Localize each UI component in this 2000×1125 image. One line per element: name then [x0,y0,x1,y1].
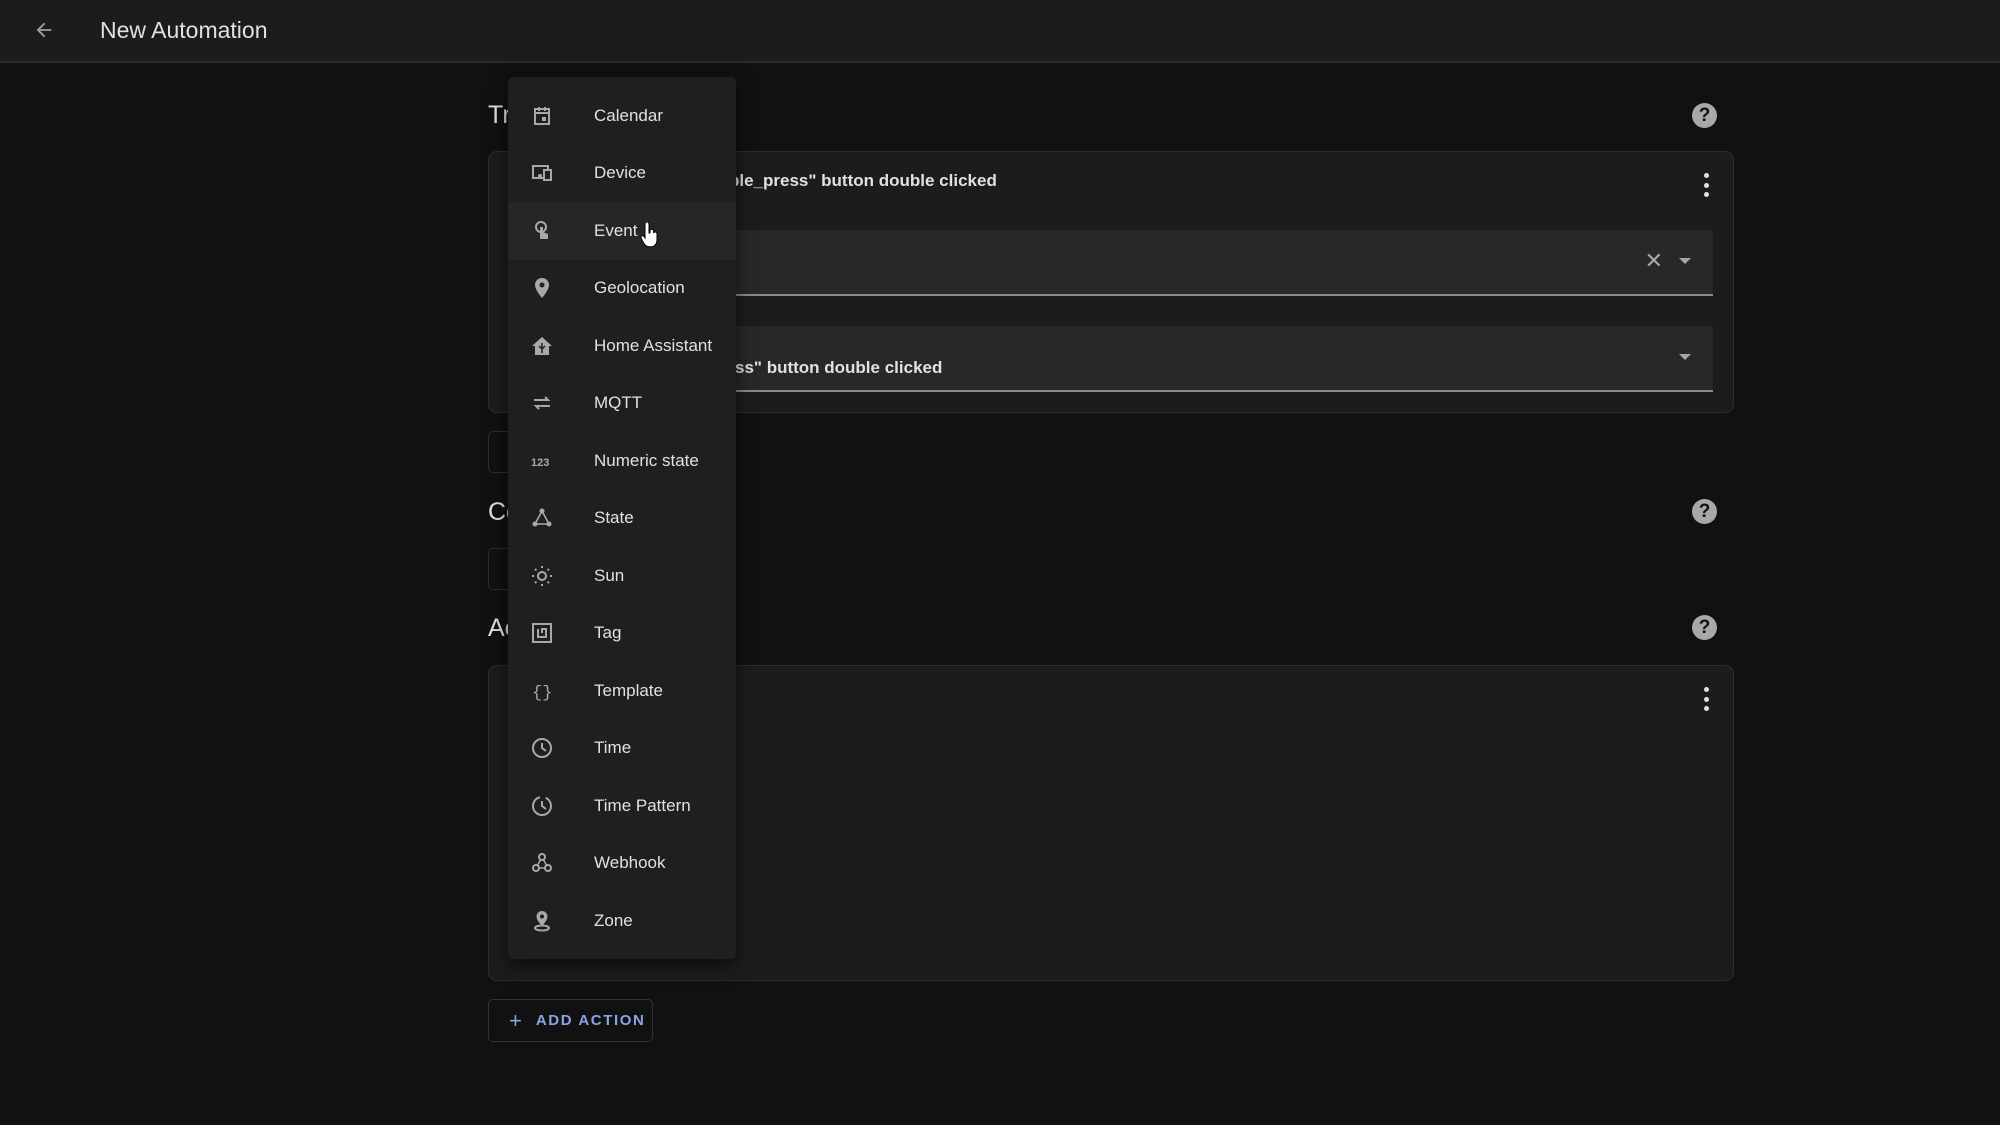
help-icon: ? [1698,501,1711,522]
menu-item-label: Numeric state [594,450,699,470]
numeric-icon: 123 [530,449,554,473]
dropdown-caret-icon[interactable] [1679,354,1691,360]
map-marker-icon [530,276,554,300]
mouse-pointer-hand-icon [640,222,658,248]
app-header: New Automation [0,0,2000,63]
menu-item-label: Tag [594,623,622,643]
menu-item-label: Event [594,220,638,240]
calendar-icon [530,104,554,128]
add-action-label: ADD ACTION [535,1012,646,1029]
menu-item-mqtt[interactable]: MQTT [508,375,736,433]
gesture-tap-icon [530,219,554,243]
menu-item-sun[interactable]: Sun [508,547,736,605]
menu-item-geolocation[interactable]: Geolocation [508,260,736,318]
swap-horizontal-icon [530,391,554,415]
menu-item-time[interactable]: Time [508,720,736,778]
trigger-field-2-value: ss" button double clicked [735,358,943,377]
sun-icon [530,564,554,588]
map-marker-radius-icon [530,909,554,933]
menu-item-label: Sun [594,565,625,585]
menu-item-event[interactable]: Event [508,202,736,260]
webhook-icon [530,851,554,875]
action-overflow-menu[interactable] [1701,687,1711,711]
page-title: New Automation [100,17,268,43]
menu-item-label: MQTT [594,393,643,413]
menu-item-template[interactable]: {} Template [508,662,736,720]
clear-icon[interactable]: ✕ [1645,250,1663,272]
menu-item-device[interactable]: Device [508,145,736,203]
menu-item-label: Template [594,680,663,700]
menu-item-label: Time Pattern [594,795,691,815]
back-button[interactable] [28,14,60,46]
clock-pattern-icon [530,794,554,818]
nfc-tag-icon [530,621,554,645]
menu-item-home-assistant[interactable]: Home Assistant [508,317,736,375]
menu-item-webhook[interactable]: Webhook [508,835,736,893]
menu-item-label: Home Assistant [594,335,713,355]
trigger-card-heading[interactable]: ble_press" button double clicked [729,171,997,191]
state-graph-icon [530,506,554,530]
menu-item-numeric-state[interactable]: 123 Numeric state [508,432,736,490]
menu-item-calendar[interactable]: Calendar [508,87,736,145]
trigger-type-menu: Calendar Device Event Geolocation Home Assis… [508,77,736,959]
menu-item-tag[interactable]: Tag [508,605,736,663]
code-braces-icon: {} [530,679,554,703]
arrow-left-icon [36,22,52,38]
menu-item-state[interactable]: State [508,490,736,548]
menu-item-label: Webhook [594,853,666,873]
add-action-button[interactable]: + ADD ACTION [488,999,653,1042]
home-assistant-icon [530,334,554,358]
help-icon: ? [1698,617,1711,638]
menu-item-label: Time [594,738,632,758]
menu-item-label: Device [594,163,646,183]
devices-icon [530,161,554,185]
conditions-help-button[interactable]: ? [1692,499,1717,524]
menu-item-label: State [594,508,634,528]
menu-item-zone[interactable]: Zone [508,892,736,950]
menu-item-label: Geolocation [594,278,685,298]
clock-icon [530,736,554,760]
triggers-help-button[interactable]: ? [1692,103,1717,128]
menu-item-label: Calendar [594,105,663,125]
actions-help-button[interactable]: ? [1692,615,1717,640]
plus-icon: + [509,1007,522,1033]
svg-text:123: 123 [531,457,549,469]
menu-item-time-pattern[interactable]: Time Pattern [508,777,736,835]
trigger-overflow-menu[interactable] [1701,173,1711,197]
dropdown-caret-icon[interactable] [1679,258,1691,264]
menu-item-label: Zone [594,910,633,930]
svg-text:{}: {} [532,684,552,703]
help-icon: ? [1698,105,1711,126]
